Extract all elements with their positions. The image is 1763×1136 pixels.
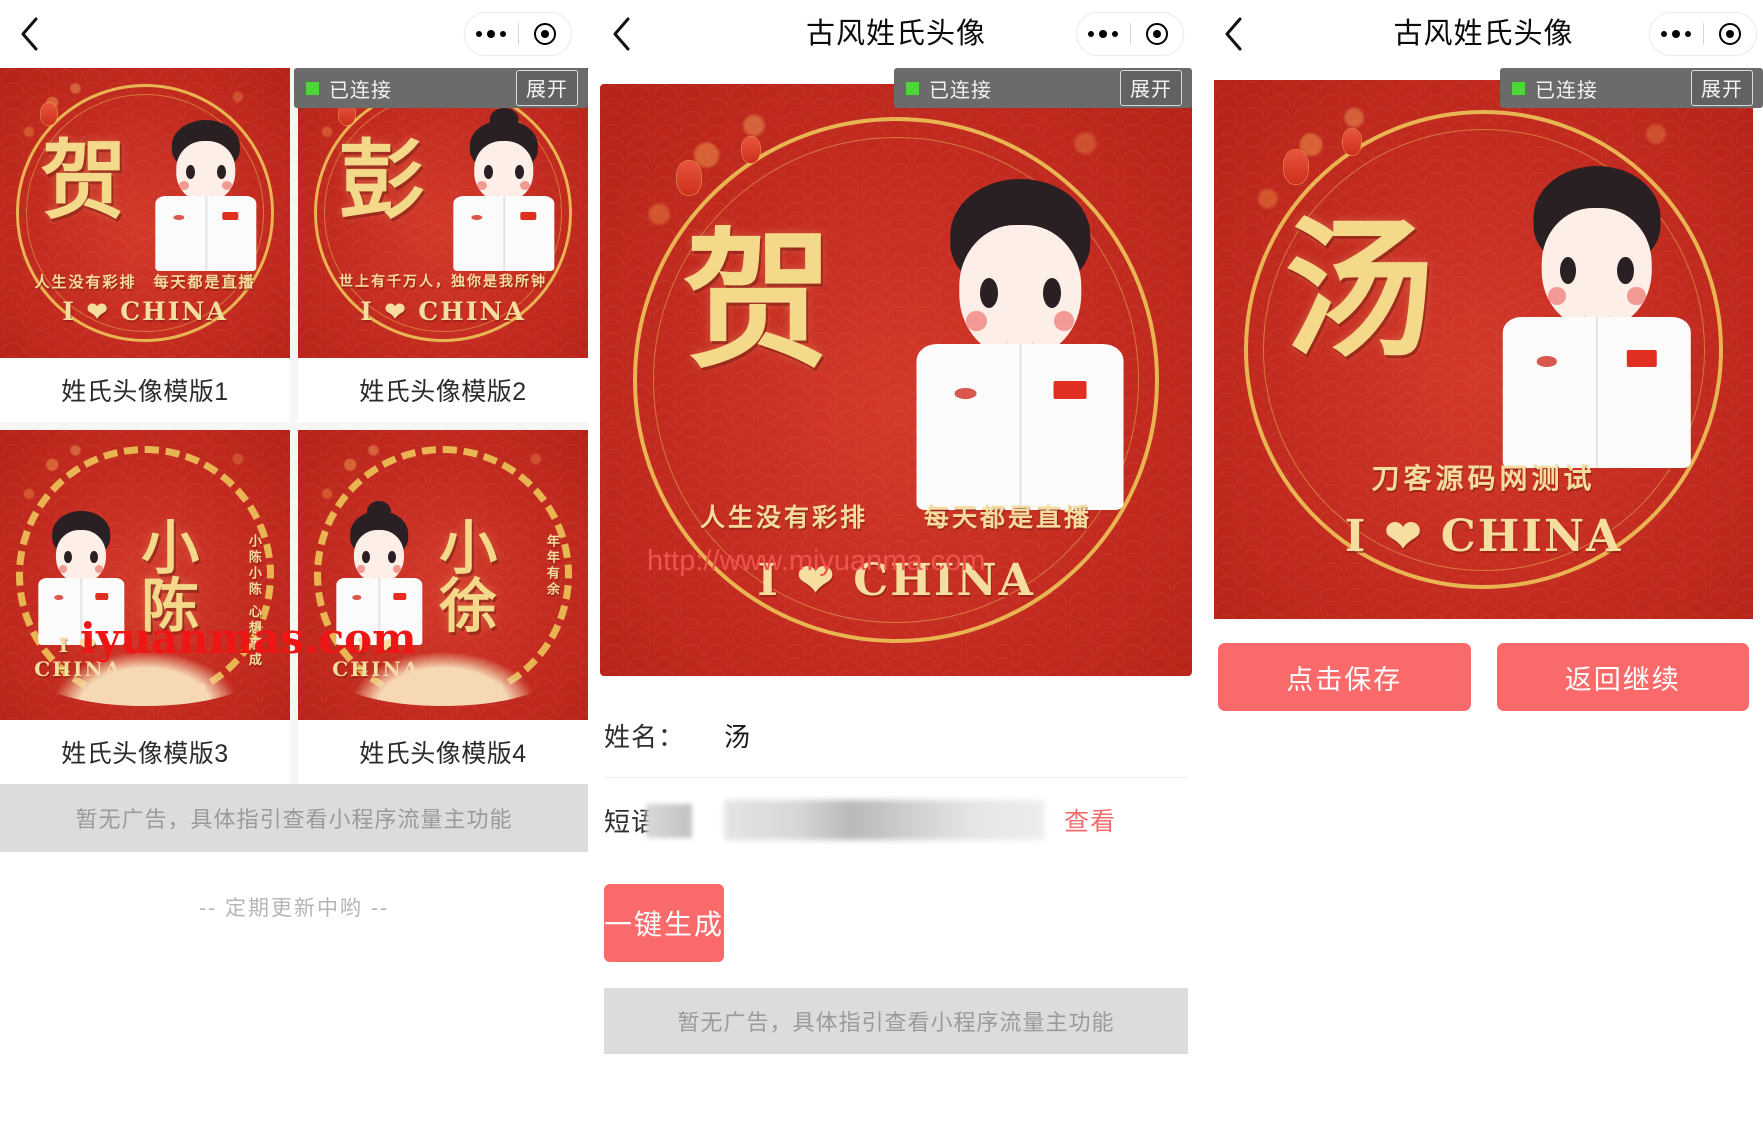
wechat-capsule-c[interactable] bbox=[1649, 12, 1757, 56]
template-card-2[interactable]: 彭 世上有千万人，独你是我所钟 I ❤ CHINA 姓氏头像模版2 bbox=[298, 68, 588, 422]
panel-generate-form: 古风姓氏头像 已连接 展开 贺 人生没有彩排 每天都是直播 I ❤ CHINA … bbox=[592, 0, 1200, 1136]
generate-button[interactable]: 一键生成 bbox=[604, 884, 725, 962]
debug-expand-button[interactable]: 展开 bbox=[516, 70, 578, 106]
template-card-4[interactable]: 小徐 年年有余 I ❤ CHINA 姓氏头像模版4 bbox=[298, 430, 588, 784]
debug-expand-button[interactable]: 展开 bbox=[1691, 70, 1753, 106]
slogan-text-4: 年年有余 bbox=[544, 534, 560, 599]
lantern-icon bbox=[1284, 150, 1309, 185]
avatar-person bbox=[151, 120, 261, 271]
debug-status-label: 已连接 bbox=[1535, 79, 1598, 102]
result-actions: 点击保存 返回继续 bbox=[1218, 643, 1749, 711]
template-thumb-4[interactable]: 小徐 年年有余 I ❤ CHINA bbox=[298, 430, 588, 720]
name-label: 姓名： bbox=[604, 722, 686, 752]
avatar-art-4: 小徐 年年有余 I ❤ CHINA bbox=[298, 430, 588, 720]
result-slogan: 刀客源码网测试 bbox=[1371, 463, 1596, 495]
lantern-icon bbox=[1343, 128, 1362, 155]
avatar-person bbox=[35, 511, 128, 645]
name-row[interactable]: 姓名： 汤 bbox=[604, 694, 1188, 778]
surname-char-3: 小陈 bbox=[131, 517, 200, 633]
template-label-1: 姓氏头像模版1 bbox=[61, 378, 229, 406]
slogan-text-1: 人生没有彩排 每天都是直播 bbox=[34, 274, 256, 291]
surname-char-2: 彭 bbox=[338, 129, 425, 231]
preview-surname-char: 贺 bbox=[682, 213, 833, 390]
preview-avatar-art: 贺 人生没有彩排 每天都是直播 I ❤ CHINA bbox=[600, 84, 1192, 676]
result-image-wrap: 汤 刀客源码网测试 I ❤ CHINA bbox=[1214, 80, 1753, 619]
wechat-capsule-a[interactable] bbox=[464, 12, 572, 56]
lantern-icon bbox=[742, 137, 761, 164]
avatar-art-3: 小陈 小陈小陈 心想事成 I ❤ CHINA bbox=[0, 430, 290, 720]
result-avatar-art: 汤 刀客源码网测试 I ❤ CHINA bbox=[1214, 80, 1753, 619]
noodle-bowl-art bbox=[34, 641, 256, 706]
ad-placeholder-b[interactable]: 暂无广告，具体指引查看小程序流量主功能 bbox=[604, 988, 1188, 1054]
status-dot-icon bbox=[306, 81, 319, 95]
preview-slogan: 人生没有彩排 每天都是直播 bbox=[699, 504, 1092, 533]
preview-image-wrap: 贺 人生没有彩排 每天都是直播 I ❤ CHINA bbox=[600, 84, 1192, 676]
template-card-1[interactable]: 贺 人生没有彩排 每天都是直播 I ❤ CHINA 姓氏头像模版1 bbox=[0, 68, 290, 422]
debug-expand-button[interactable]: 展开 bbox=[1120, 70, 1182, 106]
template-thumb-2[interactable]: 彭 世上有千万人，独你是我所钟 I ❤ CHINA bbox=[298, 68, 588, 358]
debug-connected-bar-b: 已连接 展开 bbox=[894, 68, 1192, 108]
surname-char-4: 小徐 bbox=[429, 517, 498, 633]
panel-result: 古风姓氏头像 已连接 展开 汤 刀客源码网测试 I ❤ CHINA 点击保存 返… bbox=[1204, 0, 1763, 1136]
template-label-4: 姓氏头像模版4 bbox=[359, 740, 527, 768]
phrase-row[interactable]: 短语： 查看 bbox=[604, 778, 1188, 862]
template-card-3[interactable]: 小陈 小陈小陈 心想事成 I ❤ CHINA 姓氏头像模版3 bbox=[0, 430, 290, 784]
ilove-china-1: I ❤ CHINA bbox=[62, 297, 228, 327]
template-label-3: 姓氏头像模版3 bbox=[61, 740, 229, 768]
avatar-person bbox=[333, 500, 426, 645]
result-person bbox=[1494, 166, 1699, 469]
template-label-2: 姓氏头像模版2 bbox=[359, 378, 527, 406]
target-circle-icon[interactable] bbox=[1704, 23, 1757, 45]
generate-form: 姓名： 汤 短语： 查看 bbox=[592, 694, 1200, 862]
phrase-value-blurred[interactable] bbox=[724, 800, 1044, 840]
navbar-panel-c: 古风姓氏头像 bbox=[1204, 0, 1763, 68]
name-value[interactable]: 汤 bbox=[724, 717, 1188, 754]
result-surname-char: 汤 bbox=[1284, 201, 1435, 378]
preview-image[interactable]: 贺 人生没有彩排 每天都是直播 I ❤ CHINA bbox=[600, 84, 1192, 676]
navbar-panel-a bbox=[0, 0, 588, 68]
navbar-panel-b: 古风姓氏头像 bbox=[592, 0, 1200, 68]
debug-status-label: 已连接 bbox=[929, 79, 992, 102]
preview-person bbox=[908, 178, 1133, 511]
lantern-icon bbox=[676, 160, 701, 195]
template-grid: 贺 人生没有彩排 每天都是直播 I ❤ CHINA 姓氏头像模版1 彭 世上有千… bbox=[0, 68, 588, 784]
avatar-person bbox=[449, 108, 559, 271]
more-dots-icon[interactable] bbox=[1077, 30, 1130, 38]
status-dot-icon bbox=[906, 81, 919, 95]
ilove-china-2: I ❤ CHINA bbox=[360, 297, 526, 327]
screenshot-stage: 已连接 展开 贺 人生没有彩排 每天都是直播 I ❤ CHINA 姓氏头像模版1… bbox=[0, 0, 1763, 1136]
status-dot-icon bbox=[1512, 81, 1525, 95]
wechat-capsule-b[interactable] bbox=[1076, 12, 1184, 56]
result-image[interactable]: 汤 刀客源码网测试 I ❤ CHINA bbox=[1214, 80, 1753, 619]
debug-status-label: 已连接 bbox=[329, 79, 392, 102]
preview-ilove-china: I ❤ CHINA bbox=[757, 554, 1035, 606]
more-dots-icon[interactable] bbox=[1650, 30, 1703, 38]
phrase-label-blur-overlay bbox=[646, 804, 692, 838]
slogan-text-2: 世上有千万人，独你是我所钟 bbox=[339, 273, 547, 289]
back-chevron-icon[interactable] bbox=[14, 12, 44, 56]
target-circle-icon[interactable] bbox=[519, 23, 572, 45]
template-thumb-1[interactable]: 贺 人生没有彩排 每天都是直播 I ❤ CHINA bbox=[0, 68, 290, 358]
view-phrase-link[interactable]: 查看 bbox=[1064, 802, 1116, 838]
save-button[interactable]: 点击保存 bbox=[1218, 643, 1471, 711]
lantern-icon bbox=[40, 102, 57, 125]
more-dots-icon[interactable] bbox=[465, 30, 518, 38]
panel-template-list: 已连接 展开 贺 人生没有彩排 每天都是直播 I ❤ CHINA 姓氏头像模版1… bbox=[0, 0, 588, 1136]
target-circle-icon[interactable] bbox=[1131, 23, 1184, 45]
avatar-art-2: 彭 世上有千万人，独你是我所钟 I ❤ CHINA bbox=[298, 68, 588, 358]
update-note: -- 定期更新中哟 -- bbox=[199, 897, 389, 920]
noodle-bowl-art bbox=[332, 641, 554, 706]
surname-char-1: 贺 bbox=[40, 129, 127, 231]
debug-connected-bar-c: 已连接 展开 bbox=[1500, 68, 1763, 108]
debug-connected-bar-a: 已连接 展开 bbox=[294, 68, 588, 108]
template-thumb-3[interactable]: 小陈 小陈小陈 心想事成 I ❤ CHINA bbox=[0, 430, 290, 720]
result-ilove-china: I ❤ CHINA bbox=[1344, 511, 1623, 563]
ad-placeholder-a[interactable]: 暂无广告，具体指引查看小程序流量主功能 bbox=[0, 784, 588, 852]
avatar-art-1: 贺 人生没有彩排 每天都是直播 I ❤ CHINA bbox=[0, 68, 290, 358]
back-continue-button[interactable]: 返回继续 bbox=[1496, 643, 1749, 711]
